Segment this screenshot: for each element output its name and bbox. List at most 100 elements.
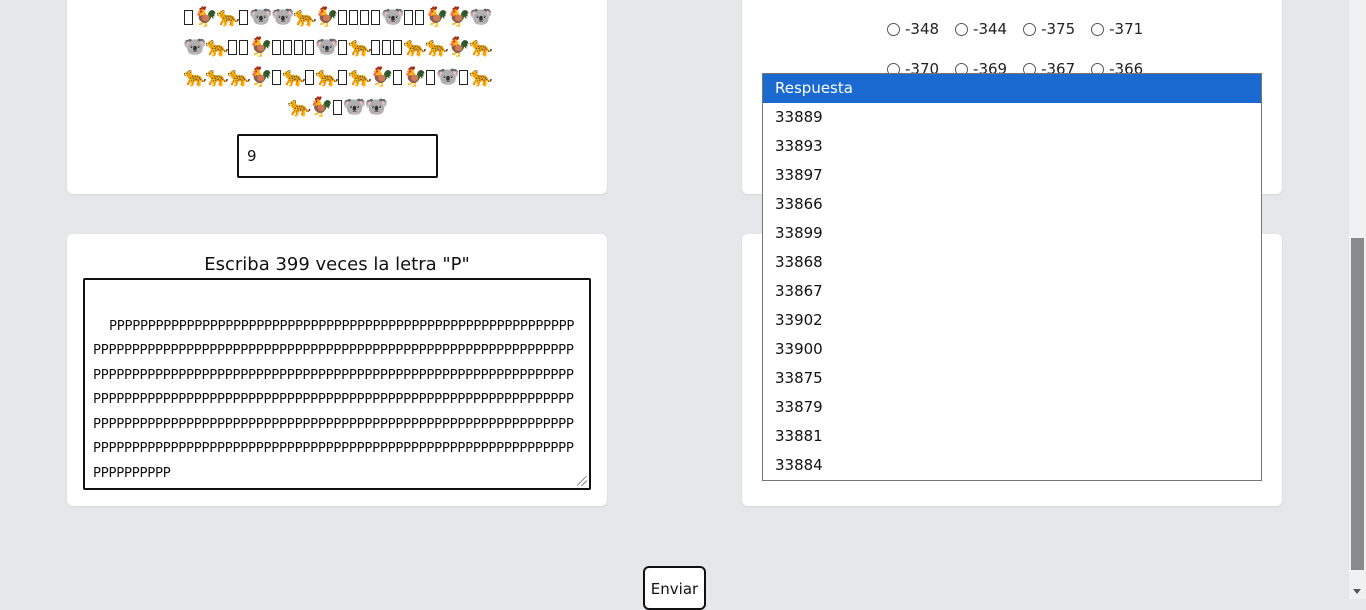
- rooster-icon: 🐓: [425, 6, 449, 28]
- dropdown-option[interactable]: 33893: [763, 132, 1261, 161]
- emoji-line: 🐨🐆 🐓 🐨 🐆 🐆🐆🐓🐆: [67, 32, 607, 62]
- answer-dropdown-list[interactable]: Respuesta 33889 33893 33897 33866 33899 33868 3…: [762, 73, 1262, 481]
- radio-option[interactable]: -348: [887, 20, 939, 38]
- radio-button[interactable]: [1023, 22, 1037, 36]
- rooster-icon: 🐓: [403, 66, 427, 88]
- missing-glyph-box: [305, 70, 314, 85]
- missing-glyph-box: [272, 70, 281, 85]
- rooster-icon: 🐓: [249, 66, 273, 88]
- rooster-icon: 🐓: [447, 36, 471, 58]
- letters-textarea[interactable]: PPPPPPPPPPPPPPPPPPPPPPPPPPPPPPPPPPPPPPPP…: [83, 278, 591, 490]
- missing-glyph-box: [239, 40, 248, 55]
- radio-button[interactable]: [955, 22, 969, 36]
- missing-glyph-box: [371, 40, 380, 55]
- emoji-line: 🐆🐓 🐨🐨: [67, 92, 607, 122]
- leopard-icon: 🐆: [469, 36, 493, 58]
- emoji-line: 🐆🐆🐆🐓 🐆 🐆 🐆🐓 🐓 🐨 🐆: [67, 62, 607, 92]
- dropdown-option[interactable]: 33881: [763, 422, 1261, 451]
- missing-glyph-box: [228, 40, 237, 55]
- missing-glyph-box: [332, 100, 342, 115]
- leopard-icon: 🐆: [348, 36, 372, 58]
- dropdown-option[interactable]: 33900: [763, 335, 1261, 364]
- missing-glyph-box: [338, 40, 347, 55]
- rooster-icon: 🐓: [194, 6, 218, 28]
- leopard-icon: 🐆: [348, 66, 372, 88]
- leopard-icon: 🐆: [403, 36, 427, 58]
- leopard-icon: 🐆: [425, 36, 449, 58]
- missing-glyph-box: [360, 10, 369, 25]
- scrollbar-thumb[interactable]: [1351, 238, 1364, 570]
- missing-glyph-box: [415, 10, 424, 25]
- dropdown-option[interactable]: 33889: [763, 103, 1261, 132]
- missing-glyph-box: [294, 40, 303, 55]
- missing-glyph-box: [338, 10, 347, 25]
- missing-glyph-box: [239, 10, 248, 25]
- radio-label: -344: [973, 20, 1008, 38]
- koala-icon: 🐨: [342, 96, 367, 118]
- answer-input[interactable]: 9: [237, 134, 438, 178]
- koala-icon: 🐨: [271, 6, 295, 28]
- textarea-content: PPPPPPPPPPPPPPPPPPPPPPPPPPPPPPPPPPPPPPPP…: [93, 318, 575, 481]
- emoji-puzzle: 🐓🐆 🐨🐨🐆🐓 🐨 🐓🐓🐨 🐨🐆 🐓 🐨 🐆 🐆🐆🐓🐆 🐆🐆🐆🐓 🐆 🐆 🐆🐓 🐓 🐨 🐆 🐆🐓 🐨🐨: [67, 2, 607, 122]
- page-scrollbar[interactable]: [1349, 0, 1366, 599]
- koala-icon: 🐨: [469, 6, 493, 28]
- dropdown-option[interactable]: 33868: [763, 248, 1261, 277]
- leopard-icon: 🐆: [183, 66, 207, 88]
- submit-button[interactable]: Enviar: [643, 566, 706, 610]
- radio-label: -375: [1041, 20, 1076, 38]
- leopard-icon: 🐆: [287, 96, 312, 118]
- dropdown-option[interactable]: 33897: [763, 161, 1261, 190]
- koala-icon: 🐨: [436, 66, 460, 88]
- leopard-icon: 🐆: [205, 66, 229, 88]
- emoji-count-card: 🐓🐆 🐨🐨🐆🐓 🐨 🐓🐓🐨 🐨🐆 🐓 🐨 🐆 🐆🐆🐓🐆 🐆🐆🐆🐓 🐆 🐆 🐆🐓 🐓 🐨 🐆 🐆🐓 🐨🐨 9: [67, 0, 607, 194]
- dropdown-option[interactable]: 33884: [763, 451, 1261, 480]
- koala-icon: 🐨: [364, 96, 389, 118]
- koala-icon: 🐨: [381, 6, 405, 28]
- rooster-icon: 🐓: [249, 36, 273, 58]
- missing-glyph-box: [393, 40, 402, 55]
- missing-glyph-box: [382, 40, 391, 55]
- missing-glyph-box: [459, 70, 468, 85]
- task-prompt: Escriba 399 veces la letra "P": [204, 254, 470, 275]
- koala-icon: 🐨: [315, 36, 339, 58]
- radio-button[interactable]: [1091, 22, 1105, 36]
- dropdown-option[interactable]: 33902: [763, 306, 1261, 335]
- radio-option[interactable]: -371: [1091, 20, 1143, 38]
- missing-glyph-box: [426, 70, 435, 85]
- missing-glyph-box: [272, 40, 281, 55]
- radio-label: -371: [1109, 20, 1144, 38]
- dropdown-option[interactable]: 33879: [763, 393, 1261, 422]
- rooster-icon: 🐓: [370, 66, 394, 88]
- missing-glyph-box: [349, 10, 358, 25]
- scroll-down-arrow-icon[interactable]: [1353, 589, 1361, 594]
- missing-glyph-box: [305, 40, 314, 55]
- rooster-icon: 🐓: [447, 6, 471, 28]
- koala-icon: 🐨: [249, 6, 273, 28]
- radio-row-1: -348 -344 -375 -371: [887, 20, 1267, 38]
- leopard-icon: 🐆: [315, 66, 339, 88]
- radio-option[interactable]: -375: [1023, 20, 1075, 38]
- rooster-icon: 🐓: [309, 96, 334, 118]
- leopard-icon: 🐆: [216, 6, 240, 28]
- letter-repeat-card: Escriba 399 veces la letra "P" PPPPPPPPP…: [67, 234, 607, 506]
- dropdown-option[interactable]: 33866: [763, 190, 1261, 219]
- missing-glyph-box: [338, 70, 347, 85]
- missing-glyph-box: [393, 70, 402, 85]
- leopard-icon: 🐆: [282, 66, 306, 88]
- dropdown-option[interactable]: 33867: [763, 277, 1261, 306]
- radio-option[interactable]: -344: [955, 20, 1007, 38]
- rooster-icon: 🐓: [315, 6, 339, 28]
- leopard-icon: 🐆: [205, 36, 229, 58]
- dropdown-option[interactable]: Respuesta: [763, 74, 1261, 103]
- missing-glyph-box: [404, 10, 413, 25]
- resize-handle-icon[interactable]: [577, 476, 587, 486]
- radio-button[interactable]: [887, 22, 900, 36]
- leopard-icon: 🐆: [293, 6, 317, 28]
- leopard-icon: 🐆: [227, 66, 251, 88]
- radio-label: -348: [905, 20, 940, 38]
- dropdown-option[interactable]: 33875: [763, 364, 1261, 393]
- dropdown-option[interactable]: 33899: [763, 219, 1261, 248]
- missing-glyph-box: [371, 10, 380, 25]
- koala-icon: 🐨: [183, 36, 207, 58]
- leopard-icon: 🐆: [469, 66, 493, 88]
